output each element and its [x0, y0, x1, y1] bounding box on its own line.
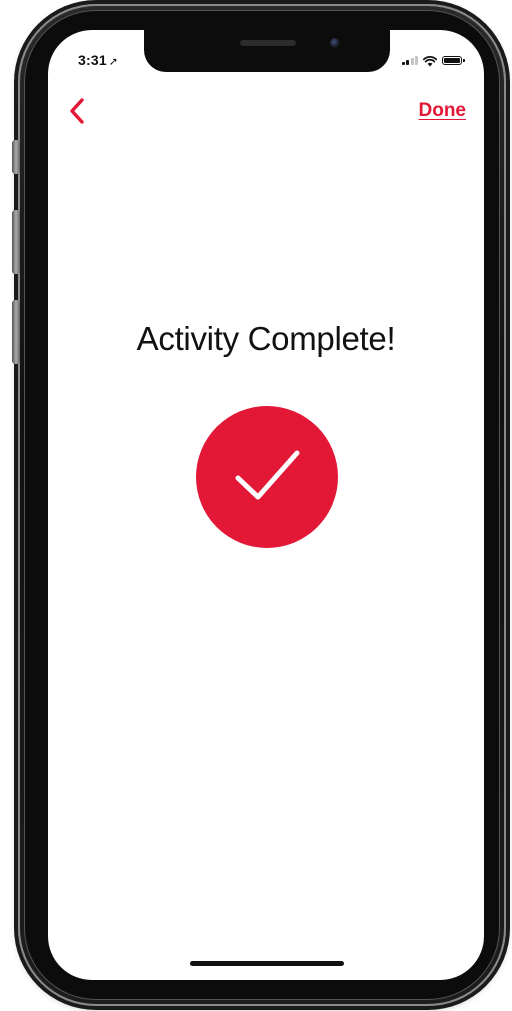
status-time: 3:31 ➚ [78, 52, 119, 68]
back-button[interactable] [66, 94, 88, 128]
wifi-icon [422, 54, 438, 67]
location-arrow-icon: ➚ [108, 56, 119, 68]
app-screen: 3:31 ➚ Done Activity Complete! [48, 30, 484, 980]
front-camera [330, 38, 340, 48]
page-title: Activity Complete! [136, 320, 396, 357]
camera-notch [144, 30, 390, 72]
status-icons [401, 54, 465, 67]
volume-down-button [12, 300, 20, 364]
cellular-signal-icon [401, 55, 418, 65]
mute-switch [12, 140, 20, 174]
chevron-left-icon [70, 98, 84, 124]
home-indicator[interactable] [190, 961, 344, 966]
completion-badge [196, 406, 338, 548]
battery-icon [442, 56, 465, 65]
earpiece-speaker [240, 40, 296, 46]
volume-up-button [12, 210, 20, 274]
checkmark-icon [235, 450, 300, 500]
done-button[interactable]: Done [419, 100, 467, 122]
